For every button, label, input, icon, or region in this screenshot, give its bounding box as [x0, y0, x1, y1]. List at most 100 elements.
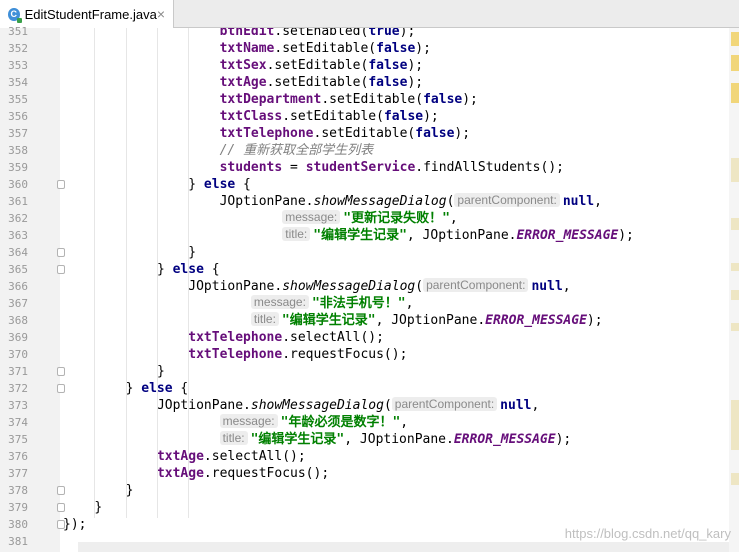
code-line[interactable]: message: "更新记录失败！", — [282, 210, 458, 227]
line-number: 368 — [8, 314, 28, 327]
field-token: txtClass — [219, 109, 283, 124]
field-token: txtSex — [219, 58, 267, 73]
code-line[interactable]: txtTelephone.requestFocus(); — [188, 346, 407, 363]
parameter-hint: message: — [250, 295, 309, 309]
fold-marker-icon[interactable] — [57, 384, 65, 393]
info-marker[interactable] — [731, 263, 739, 271]
code-line[interactable]: txtAge.setEditable(false); — [220, 74, 424, 91]
editor-tab-bar: C EditStudentFrame.java × — [0, 0, 739, 28]
code-line[interactable]: } — [126, 482, 134, 499]
string-token: "编辑学生记录" — [250, 432, 345, 447]
fold-marker-icon[interactable] — [57, 367, 65, 376]
code-token: , — [405, 296, 414, 311]
fold-marker-icon[interactable] — [57, 520, 65, 529]
code-token: .selectAll(); — [203, 449, 306, 464]
code-token: JOptionPane. — [219, 194, 314, 209]
field-token: txtTelephone — [188, 347, 283, 362]
code-line[interactable]: title: "编辑学生记录", JOptionPane.ERROR_MESSAG… — [219, 431, 572, 448]
code-line[interactable]: } — [94, 499, 102, 516]
close-tab-icon[interactable]: × — [157, 6, 165, 22]
line-number: 362 — [8, 212, 28, 225]
line-number: 380 — [8, 518, 28, 531]
code-token: ); — [618, 228, 634, 243]
line-number: 363 — [8, 229, 28, 242]
error-stripe[interactable] — [729, 28, 739, 552]
fold-marker-icon[interactable] — [57, 486, 65, 495]
code-token: .requestFocus(); — [282, 347, 408, 362]
code-token: } — [188, 245, 197, 260]
line-number: 374 — [8, 416, 28, 429]
code-line[interactable]: title: "编辑学生记录", JOptionPane.ERROR_MESSAG… — [282, 227, 634, 244]
warning-marker[interactable] — [731, 83, 739, 103]
keyword-token: false — [423, 92, 463, 107]
code-editor[interactable]: btnEdit.setEnabled(true); txtName.setEdit… — [60, 28, 729, 552]
code-token: JOptionPane. — [156, 398, 251, 413]
code-line[interactable]: JOptionPane.showMessageDialog(parentComp… — [157, 397, 539, 414]
info-marker[interactable] — [731, 218, 739, 230]
code-line[interactable]: txtAge.selectAll(); — [157, 448, 306, 465]
code-line[interactable]: title: "编辑学生记录", JOptionPane.ERROR_MESSAG… — [250, 312, 603, 329]
code-token: ); — [399, 28, 416, 39]
code-line[interactable]: message: "非法手机号！", — [250, 295, 414, 312]
tab-file-name: EditStudentFrame.java — [24, 6, 157, 22]
field-token: txtTelephone — [219, 126, 314, 141]
fold-marker-icon[interactable] — [57, 503, 65, 512]
code-token: } — [156, 262, 173, 277]
info-marker[interactable] — [731, 290, 739, 300]
line-number: 367 — [8, 297, 28, 310]
code-token: , — [562, 279, 571, 294]
code-line[interactable]: txtSex.setEditable(false); — [220, 57, 424, 74]
comment-token: // 重新获取全部学生列表 — [219, 143, 374, 158]
line-number: 357 — [8, 127, 28, 140]
indent-guide — [188, 28, 190, 518]
code-token: = — [282, 160, 306, 175]
code-line[interactable]: txtTelephone.setEditable(false); — [220, 125, 470, 142]
code-token: } — [94, 500, 103, 515]
field-token: txtAge — [156, 449, 204, 464]
code-line[interactable]: btnEdit.setEnabled(true); — [220, 28, 416, 40]
warning-marker[interactable] — [731, 55, 739, 71]
line-number: 354 — [8, 76, 28, 89]
info-marker[interactable] — [731, 400, 739, 450]
code-line[interactable]: } — [188, 244, 196, 261]
code-token: .setEditable( — [266, 58, 369, 73]
code-token: .setEditable( — [274, 41, 377, 56]
code-token: ); — [555, 432, 572, 447]
code-line[interactable]: txtClass.setEditable(false); — [220, 108, 439, 125]
code-line[interactable]: message: "年龄必须是数字！", — [219, 414, 408, 431]
code-token: setEnabled( — [282, 28, 369, 39]
code-line[interactable]: JOptionPane.showMessageDialog(parentComp… — [220, 193, 602, 210]
line-number: 375 — [8, 433, 28, 446]
code-line[interactable]: txtName.setEditable(false); — [220, 40, 431, 57]
warning-marker[interactable] — [731, 32, 739, 46]
horizontal-scrollbar[interactable] — [78, 542, 729, 552]
keyword-token: false — [376, 41, 416, 56]
info-marker[interactable] — [731, 158, 739, 182]
code-line[interactable]: // 重新获取全部学生列表 — [220, 142, 373, 159]
code-line[interactable]: JOptionPane.showMessageDialog(parentComp… — [188, 278, 571, 295]
field-token: txtAge — [156, 466, 204, 481]
code-token: ); — [407, 58, 424, 73]
code-line[interactable]: txtAge.requestFocus(); — [157, 465, 329, 482]
info-marker[interactable] — [731, 473, 739, 485]
line-number: 376 — [8, 450, 28, 463]
keyword-token: else — [203, 177, 236, 192]
fold-marker-icon[interactable] — [57, 180, 65, 189]
keyword-token: null — [562, 194, 595, 209]
code-line[interactable]: }); — [63, 516, 86, 533]
parameter-hint: title: — [282, 227, 311, 241]
info-marker[interactable] — [731, 323, 739, 331]
fold-marker-icon[interactable] — [57, 248, 65, 257]
code-line[interactable]: } else { — [188, 176, 251, 193]
code-line[interactable]: } — [157, 363, 165, 380]
constant-token: ERROR_MESSAGE — [453, 432, 556, 447]
fold-marker-icon[interactable] — [57, 265, 65, 274]
code-line[interactable]: students = studentService.findAllStudent… — [220, 159, 564, 176]
code-token: } — [156, 364, 165, 379]
line-number: 364 — [8, 246, 28, 259]
code-line[interactable]: txtDepartment.setEditable(false); — [220, 91, 478, 108]
code-token: , JOptionPane. — [406, 228, 517, 243]
code-line[interactable]: txtTelephone.selectAll(); — [188, 329, 384, 346]
parameter-hint: parentComponent: — [454, 193, 560, 207]
code-token: .findAllStudents(); — [415, 160, 564, 175]
